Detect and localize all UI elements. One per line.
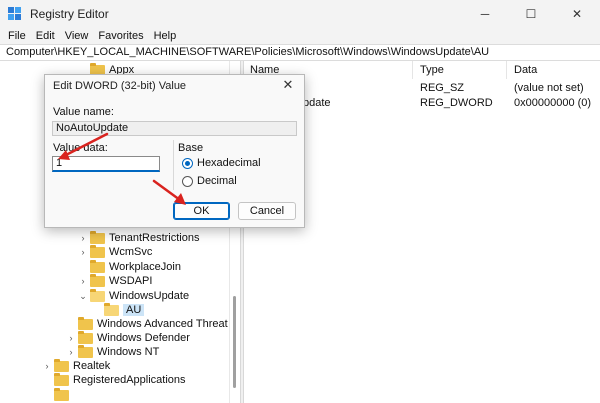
- menu-bar: File Edit View Favorites Help: [0, 27, 600, 44]
- column-header-type[interactable]: Type: [420, 64, 444, 76]
- tree-item-wsdapi[interactable]: › WSDAPI: [78, 273, 152, 289]
- chevron-right-icon[interactable]: ›: [78, 247, 88, 257]
- close-button[interactable]: ✕: [554, 0, 600, 27]
- folder-icon: [54, 358, 69, 372]
- registry-editor-icon: [8, 6, 22, 21]
- folder-icon: [78, 316, 93, 330]
- folder-icon: [90, 230, 105, 244]
- chevron-right-icon[interactable]: ›: [78, 233, 88, 243]
- window-title: Registry Editor: [30, 6, 109, 21]
- radio-hexadecimal[interactable]: Hexadecimal: [182, 157, 261, 169]
- tree-item-registeredapplications[interactable]: RegisteredApplications: [42, 372, 186, 388]
- tree-item-wcmsvc[interactable]: › WcmSvc: [78, 244, 152, 260]
- chevron-right-icon[interactable]: ›: [42, 361, 52, 371]
- column-divider[interactable]: [412, 61, 413, 79]
- folder-icon: [54, 372, 69, 386]
- folder-icon: [54, 387, 69, 401]
- value-data-input[interactable]: 1: [52, 156, 160, 172]
- menu-edit[interactable]: Edit: [31, 30, 60, 42]
- value-data-label: Value data:: [53, 142, 108, 154]
- maximize-button[interactable]: ☐: [508, 0, 554, 27]
- base-label: Base: [178, 142, 204, 154]
- dialog-close-button[interactable]: ✕: [278, 76, 298, 94]
- menu-help[interactable]: Help: [149, 30, 182, 42]
- radio-unchecked-icon[interactable]: [182, 175, 193, 187]
- chevron-right-icon[interactable]: ›: [66, 333, 76, 343]
- folder-icon: [90, 259, 105, 273]
- radio-decimal[interactable]: Decimal: [182, 175, 237, 187]
- row-type: REG_SZ: [420, 82, 465, 94]
- folder-icon: [90, 273, 105, 287]
- title-bar: Registry Editor ─ ☐ ✕: [0, 0, 600, 27]
- chevron-right-icon[interactable]: ›: [78, 276, 88, 286]
- ok-button[interactable]: OK: [173, 202, 230, 220]
- scrollbar-thumb[interactable]: [233, 296, 236, 388]
- dialog-title: Edit DWORD (32-bit) Value: [53, 80, 187, 92]
- folder-icon: [78, 330, 93, 344]
- window-controls: ─ ☐ ✕: [462, 0, 600, 27]
- chevron-right-icon[interactable]: ›: [66, 347, 76, 357]
- row-type: REG_DWORD: [420, 97, 493, 109]
- tree-item-partial[interactable]: [42, 387, 73, 403]
- column-header-data[interactable]: Data: [514, 64, 537, 76]
- radio-checked-icon[interactable]: [182, 157, 193, 169]
- folder-open-icon: [90, 288, 105, 302]
- value-name-label: Value name:: [53, 106, 114, 118]
- minimize-button[interactable]: ─: [462, 0, 508, 27]
- base-group: Base Hexadecimal Decimal: [173, 140, 297, 190]
- edit-dword-dialog: Edit DWORD (32-bit) Value ✕ Value name: …: [44, 74, 305, 228]
- chevron-down-icon[interactable]: ⌄: [78, 291, 88, 302]
- menu-file[interactable]: File: [3, 30, 31, 42]
- menu-view[interactable]: View: [60, 30, 94, 42]
- cancel-button[interactable]: Cancel: [238, 202, 296, 220]
- folder-icon: [90, 244, 105, 258]
- row-name[interactable]: pdate: [303, 97, 331, 109]
- row-data: (value not set): [514, 82, 584, 94]
- menu-favorites[interactable]: Favorites: [93, 30, 148, 42]
- folder-icon: [78, 344, 93, 358]
- folder-open-icon: [104, 302, 119, 316]
- value-name-field: NoAutoUpdate: [52, 121, 297, 136]
- column-divider[interactable]: [506, 61, 507, 79]
- row-data: 0x00000000 (0): [514, 97, 592, 109]
- address-bar[interactable]: Computer\HKEY_LOCAL_MACHINE\SOFTWARE\Pol…: [0, 44, 600, 61]
